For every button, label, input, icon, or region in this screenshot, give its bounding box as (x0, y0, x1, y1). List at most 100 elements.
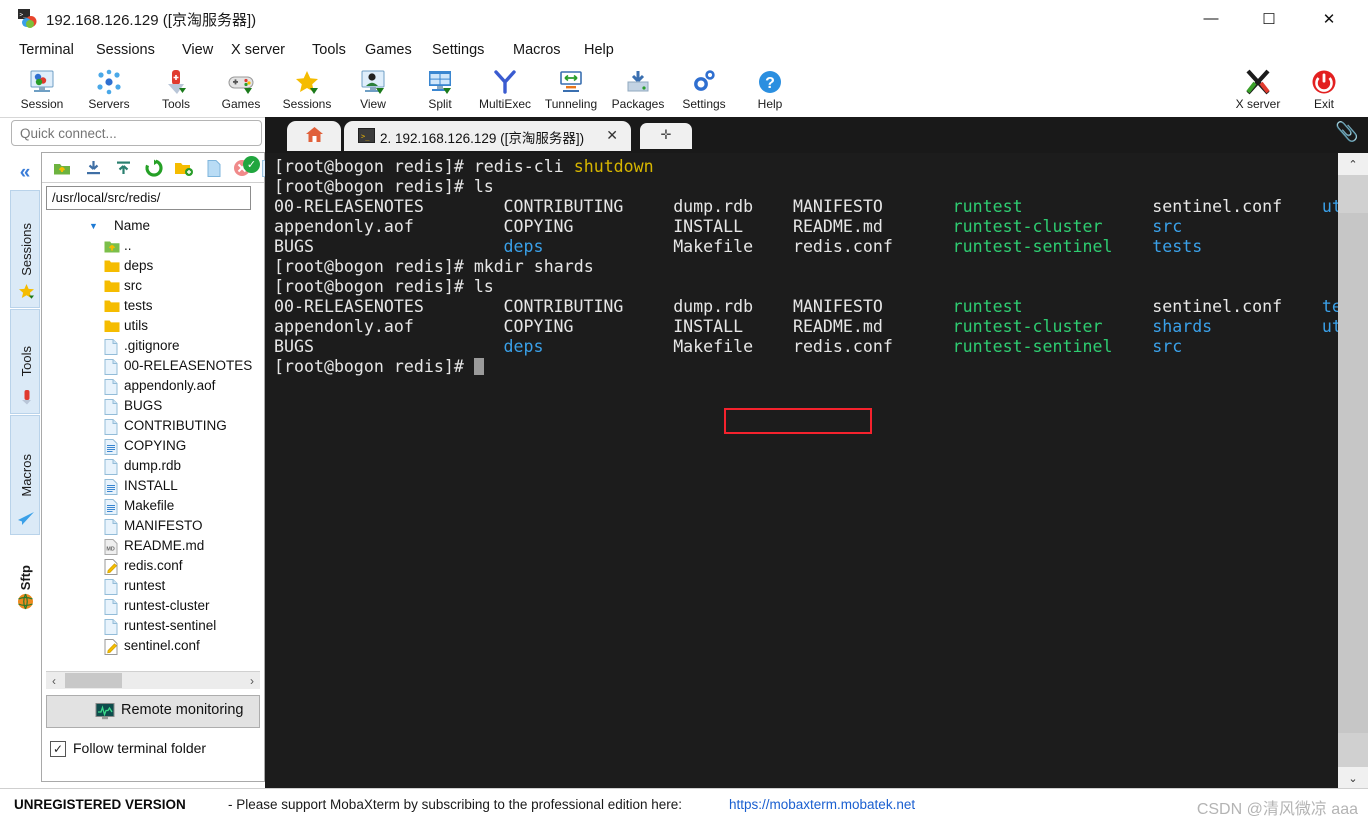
toolbar-button-multiexec[interactable]: MultiExec (471, 66, 539, 116)
terminal-token: redis.conf (792, 237, 893, 256)
file-list-item[interactable]: MD README.md (42, 537, 264, 557)
close-icon[interactable]: ✕ (606, 127, 618, 144)
sidebar-item-sftp[interactable]: Sftp (10, 538, 40, 618)
paper-plane-icon (11, 511, 41, 530)
maximize-button[interactable]: ☐ (1246, 0, 1292, 37)
terminal-output[interactable]: [root@bogon redis]# redis-cli shutdown [r… (265, 153, 1338, 789)
file-list-item[interactable]: 00-RELEASENOTES (42, 357, 264, 377)
toolbar-button-view[interactable]: View (339, 66, 407, 116)
toolbar-button-help[interactable]: ? Help (736, 66, 804, 116)
menu-item-tools[interactable]: Tools (305, 37, 353, 64)
file-name: dump.rdb (124, 458, 182, 473)
toolbar-button-tools[interactable]: Tools (142, 66, 210, 116)
toolbar-button-settings[interactable]: Settings (670, 66, 738, 116)
refresh-icon[interactable] (142, 157, 165, 179)
sftp-column-header[interactable]: ▼ Name (42, 215, 264, 237)
toolbar-button-sessions[interactable]: Sessions (273, 66, 341, 116)
terminal-token: README.md (792, 217, 883, 236)
view-monitor-icon (339, 68, 407, 96)
terminal-prompt: [root@bogon redis]# (274, 357, 474, 376)
scroll-down-arrow-icon[interactable]: ⌄ (1338, 767, 1368, 789)
file-list-item[interactable]: deps (42, 257, 264, 277)
new-tab-button[interactable]: ✛ (640, 123, 692, 149)
toolbar-button-session[interactable]: Session (8, 66, 76, 116)
file-list-item[interactable]: MANIFESTO (42, 517, 264, 537)
file-list-item[interactable]: runtest-cluster (42, 597, 264, 617)
file-list-item[interactable]: src (42, 277, 264, 297)
file-list-item[interactable]: runtest-sentinel (42, 617, 264, 637)
file-list-item[interactable]: sentinel.conf (42, 637, 264, 657)
menu-item-x-server[interactable]: X server (224, 37, 292, 64)
menu-item-games[interactable]: Games (358, 37, 419, 64)
menu-item-help[interactable]: Help (577, 37, 621, 64)
terminal-token: CONTRIBUTING (503, 297, 624, 316)
file-list-item[interactable]: appendonly.aof (42, 377, 264, 397)
tab-active-session[interactable]: >_ 2. 192.168.126.129 ([京淘服务器]) ✕ (344, 121, 631, 151)
double-chevron-left-icon[interactable]: « (10, 160, 40, 186)
toolbar-button-servers[interactable]: Servers (75, 66, 143, 116)
toolbar-button-packages[interactable]: Packages (604, 66, 672, 116)
search-input[interactable] (12, 121, 261, 145)
sftp-file-list[interactable]: .. deps src tests utils .gitignore 00-RELEASEN… (42, 237, 264, 679)
help-question-icon: ? (736, 68, 804, 96)
file-list-item[interactable]: utils (42, 317, 264, 337)
file-list-item[interactable]: .gitignore (42, 337, 264, 357)
toolbar-button-x-server[interactable]: X server (1224, 66, 1292, 116)
remote-monitoring-button[interactable]: Remote monitoring (46, 695, 260, 728)
terminal-command: ls (473, 177, 494, 196)
file-blank-icon (104, 619, 120, 635)
new-file-icon[interactable] (202, 157, 225, 179)
quick-connect-field[interactable] (11, 120, 262, 146)
upload-icon[interactable] (112, 157, 135, 179)
menu-item-terminal[interactable]: Terminal (12, 37, 81, 64)
file-list-item[interactable]: Makefile (42, 497, 264, 517)
file-list-item[interactable]: redis.conf (42, 557, 264, 577)
close-button[interactable]: ✕ (1306, 0, 1352, 37)
terminal-argument: shutdown (573, 157, 654, 176)
terminal-cursor (473, 358, 484, 375)
file-list-item[interactable]: .. (42, 237, 264, 257)
file-list-item[interactable]: COPYING (42, 437, 264, 457)
sidebar-item-tools[interactable]: Tools (10, 309, 40, 414)
paperclip-icon[interactable]: 📎 (1335, 120, 1359, 144)
file-list-item[interactable]: dump.rdb (42, 457, 264, 477)
mobatek-link[interactable]: https://mobaxterm.mobatek.net (729, 797, 915, 812)
session-icon (8, 68, 76, 96)
terminal-command: ls (473, 277, 494, 296)
file-name: .gitignore (124, 338, 180, 353)
minimize-button[interactable]: — (1188, 0, 1234, 37)
scroll-right-arrow-icon[interactable]: › (244, 672, 260, 689)
check-circle-icon: ✓ (243, 156, 260, 173)
sidebar-item-sessions[interactable]: Sessions (10, 190, 40, 308)
file-name: redis.conf (124, 558, 183, 573)
terminal-line: [root@bogon redis]# ls (274, 177, 494, 196)
toolbar-button-exit[interactable]: Exit (1290, 66, 1358, 116)
menu-item-macros[interactable]: Macros (506, 37, 568, 64)
follow-terminal-folder-checkbox[interactable]: ✓ Follow terminal folder (50, 739, 260, 761)
menu-item-settings[interactable]: Settings (425, 37, 491, 64)
mobaxterm-window: >_ 192.168.126.129 ([京淘服务器]) — ☐ ✕ Termi… (0, 0, 1368, 823)
terminal-token: deps (503, 237, 544, 256)
horizontal-scrollbar[interactable]: ‹ › (46, 671, 260, 689)
scroll-up-arrow-icon[interactable]: ⌃ (1338, 153, 1368, 175)
scrollbar-thumb[interactable] (1338, 213, 1368, 733)
terminal-scrollbar[interactable]: ⌃ ⌄ (1338, 153, 1368, 789)
file-list-item[interactable]: runtest (42, 577, 264, 597)
file-list-item[interactable]: BUGS (42, 397, 264, 417)
scrollbar-thumb[interactable] (65, 673, 122, 688)
download-icon[interactable] (82, 157, 105, 179)
menu-item-view[interactable]: View (175, 37, 220, 64)
sidebar-item-macros[interactable]: Macros (10, 415, 40, 535)
file-list-item[interactable]: INSTALL (42, 477, 264, 497)
sftp-path-field[interactable]: /usr/local/src/redis/ (46, 186, 251, 210)
toolbar-button-tunneling[interactable]: Tunneling (537, 66, 605, 116)
tab-home[interactable] (287, 121, 341, 151)
scroll-left-arrow-icon[interactable]: ‹ (46, 672, 62, 689)
file-list-item[interactable]: CONTRIBUTING (42, 417, 264, 437)
toolbar-button-games[interactable]: Games (207, 66, 275, 116)
parent-folder-icon[interactable] (50, 157, 73, 179)
toolbar-button-split[interactable]: Split (406, 66, 474, 116)
file-list-item[interactable]: tests (42, 297, 264, 317)
new-folder-icon[interactable] (172, 157, 195, 179)
menu-item-sessions[interactable]: Sessions (89, 37, 162, 64)
